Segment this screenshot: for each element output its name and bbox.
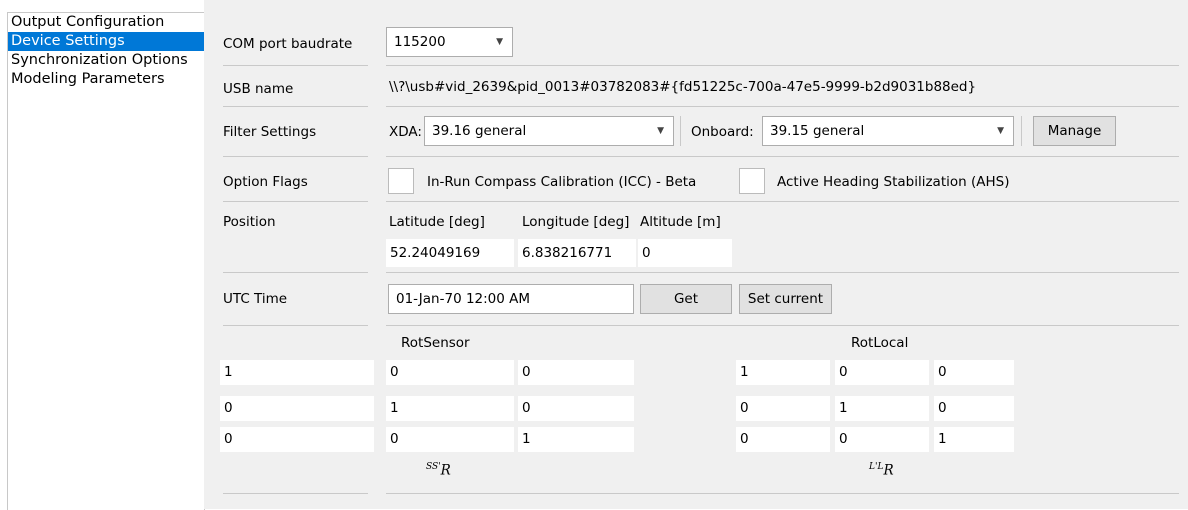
- icc-checkbox[interactable]: [388, 168, 414, 194]
- divider: [223, 272, 368, 273]
- baudrate-value: 115200: [394, 34, 446, 50]
- rot-sensor-cell[interactable]: 0: [518, 360, 634, 385]
- position-label: Position: [223, 214, 276, 230]
- rot-local-cell[interactable]: 0: [835, 427, 929, 452]
- sidebar-item-synchronization-options[interactable]: Synchronization Options: [8, 51, 204, 70]
- xda-label: XDA:: [389, 124, 422, 140]
- device-settings-panel: COM port baudrate 115200 ▼ USB name \\?\…: [204, 0, 1188, 509]
- chevron-down-icon: ▼: [657, 126, 664, 136]
- get-time-button[interactable]: Get: [640, 284, 732, 314]
- separator: [680, 116, 681, 146]
- divider: [386, 65, 1179, 66]
- latitude-label: Latitude [deg]: [389, 214, 485, 230]
- option-flags-label: Option Flags: [223, 174, 308, 190]
- sidebar-item-modeling-parameters[interactable]: Modeling Parameters: [8, 70, 204, 89]
- rot-sensor-cell[interactable]: 0: [386, 427, 514, 452]
- divider: [223, 325, 368, 326]
- ahs-label: Active Heading Stabilization (AHS): [777, 174, 1010, 190]
- altitude-input[interactable]: 0: [638, 239, 732, 267]
- utc-time-value: 01-Jan-70 12:00 AM: [396, 291, 531, 307]
- rot-sensor-cell[interactable]: 1: [386, 396, 514, 421]
- divider: [223, 493, 368, 494]
- rot-sensor-cell[interactable]: 1: [220, 360, 374, 385]
- separator: [1021, 116, 1022, 146]
- sidebar-item-device-settings[interactable]: Device Settings: [8, 32, 204, 51]
- com-port-label: COM port baudrate: [223, 36, 353, 52]
- rot-local-title: RotLocal: [851, 335, 909, 351]
- icc-label: In-Run Compass Calibration (ICC) - Beta: [427, 174, 697, 190]
- usb-name-value: \\?\usb#vid_2639&pid_0013#03782083#{fd51…: [389, 79, 977, 95]
- divider: [223, 156, 368, 157]
- xda-filter-select[interactable]: 39.16 general ▼: [424, 116, 674, 146]
- rot-sensor-title: RotSensor: [401, 335, 470, 351]
- rot-sensor-cell[interactable]: 0: [518, 396, 634, 421]
- divider: [223, 201, 368, 202]
- rot-local-cell[interactable]: 0: [934, 360, 1014, 385]
- divider: [386, 325, 1179, 326]
- rot-local-cell[interactable]: 1: [736, 360, 830, 385]
- longitude-input[interactable]: 6.838216771: [518, 239, 636, 267]
- usb-name-label: USB name: [223, 81, 294, 97]
- rot-local-cell[interactable]: 0: [934, 396, 1014, 421]
- filter-settings-label: Filter Settings: [223, 124, 317, 140]
- sensor-rotation-symbol: SS'R: [426, 462, 451, 479]
- divider: [386, 493, 1179, 494]
- rot-local-cell[interactable]: 0: [835, 360, 929, 385]
- ahs-checkbox[interactable]: [739, 168, 765, 194]
- rot-local-cell[interactable]: 1: [835, 396, 929, 421]
- sidebar-item-output-configuration[interactable]: Output Configuration: [8, 13, 204, 32]
- onboard-filter-value: 39.15 general: [770, 123, 865, 139]
- divider: [386, 272, 1179, 273]
- xda-filter-value: 39.16 general: [432, 123, 527, 139]
- rot-local-cell[interactable]: 0: [736, 396, 830, 421]
- rot-local-cell[interactable]: 0: [736, 427, 830, 452]
- chevron-down-icon: ▼: [496, 37, 503, 47]
- rot-sensor-cell[interactable]: 0: [386, 360, 514, 385]
- rot-sensor-cell[interactable]: 0: [220, 396, 374, 421]
- settings-category-list[interactable]: Output Configuration Device Settings Syn…: [7, 12, 205, 510]
- chevron-down-icon: ▼: [997, 126, 1004, 136]
- baudrate-select[interactable]: 115200 ▼: [386, 27, 513, 57]
- latitude-input[interactable]: 52.24049169: [386, 239, 514, 267]
- manage-filters-button[interactable]: Manage: [1033, 116, 1116, 146]
- divider: [386, 156, 1179, 157]
- utc-time-label: UTC Time: [223, 291, 288, 307]
- divider: [223, 106, 368, 107]
- utc-time-input[interactable]: 01-Jan-70 12:00 AM: [388, 284, 634, 314]
- divider: [386, 201, 1179, 202]
- onboard-filter-select[interactable]: 39.15 general ▼: [762, 116, 1014, 146]
- longitude-label: Longitude [deg]: [522, 214, 630, 230]
- rot-sensor-cell[interactable]: 0: [220, 427, 374, 452]
- local-rotation-symbol: L'LR: [869, 462, 894, 479]
- onboard-label: Onboard:: [691, 124, 754, 140]
- altitude-label: Altitude [m]: [640, 214, 721, 230]
- divider: [386, 106, 1179, 107]
- set-current-time-button[interactable]: Set current: [739, 284, 832, 314]
- rot-sensor-cell[interactable]: 1: [518, 427, 634, 452]
- divider: [223, 65, 368, 66]
- rot-local-cell[interactable]: 1: [934, 427, 1014, 452]
